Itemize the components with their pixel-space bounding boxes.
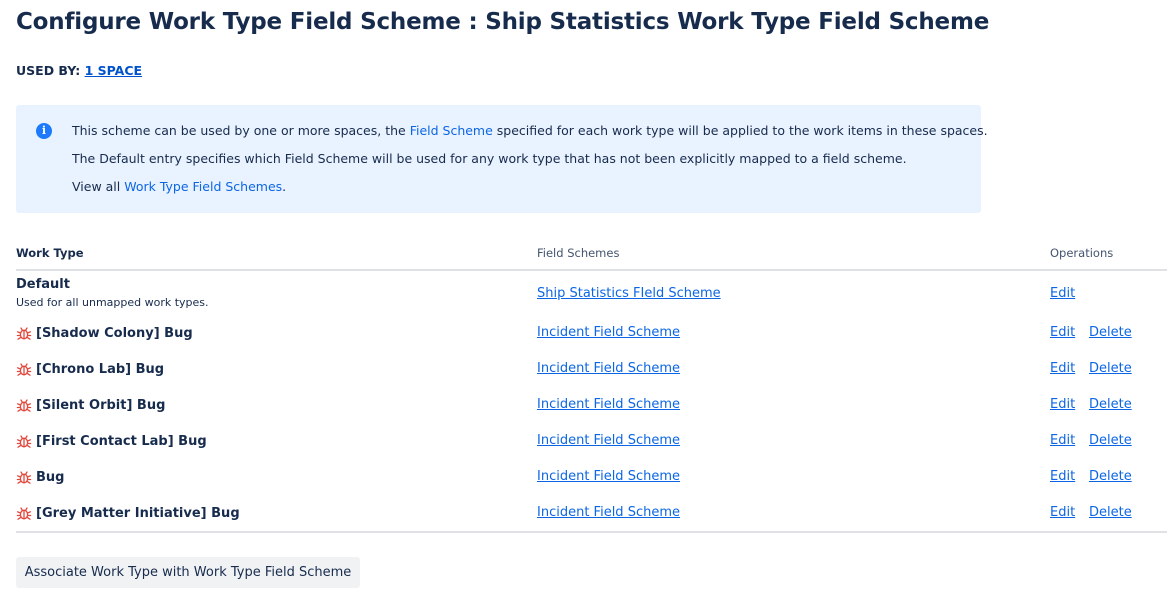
field-scheme-link[interactable]: Incident Field Scheme xyxy=(537,469,680,484)
info-text: View all xyxy=(72,179,125,194)
header-divider xyxy=(16,269,1167,271)
work-type: [Silent Orbit] Bug xyxy=(16,397,165,413)
table-row: [Shadow Colony] Bug Incident Field Schem… xyxy=(16,325,1167,361)
page-title: Configure Work Type Field Scheme : Ship … xyxy=(16,9,990,35)
work-type-name: [Silent Orbit] Bug xyxy=(36,397,166,413)
info-line-1: This scheme can be used by one or more s… xyxy=(72,123,988,138)
table-row: [Grey Matter Initiative] Bug Incident Fi… xyxy=(16,505,1167,541)
field-scheme-link[interactable]: Incident Field Scheme xyxy=(537,433,680,448)
info-icon: i xyxy=(36,123,52,139)
work-type: Bug xyxy=(16,469,64,485)
column-header-field-schemes: Field Schemes xyxy=(537,246,620,260)
work-type-name: [Shadow Colony] Bug xyxy=(36,325,193,341)
delete-link[interactable]: Delete xyxy=(1089,361,1132,376)
delete-link[interactable]: Delete xyxy=(1089,505,1132,520)
field-scheme-link[interactable]: Field Scheme xyxy=(410,123,493,138)
work-type-field-schemes-link[interactable]: Work Type Field Schemes xyxy=(124,179,282,194)
used-by-label: USED BY: xyxy=(16,63,81,78)
associate-work-type-button[interactable]: Associate Work Type with Work Type Field… xyxy=(16,557,360,588)
table-row: [Silent Orbit] Bug Incident Field Scheme… xyxy=(16,397,1167,433)
field-scheme-link[interactable]: Incident Field Scheme xyxy=(537,397,680,412)
table-row: [First Contact Lab] Bug Incident Field S… xyxy=(16,433,1167,469)
delete-link[interactable]: Delete xyxy=(1089,433,1132,448)
edit-link[interactable]: Edit xyxy=(1050,286,1075,301)
bug-icon xyxy=(16,433,32,449)
column-header-operations: Operations xyxy=(1050,246,1114,260)
work-type: [Shadow Colony] Bug xyxy=(16,325,193,341)
work-type-name: Bug xyxy=(36,469,65,485)
table-divider xyxy=(16,531,1167,533)
work-type-name: Default xyxy=(16,277,70,292)
edit-link[interactable]: Edit xyxy=(1050,325,1075,340)
work-type: [First Contact Lab] Bug xyxy=(16,433,207,449)
field-scheme-link[interactable]: Incident Field Scheme xyxy=(537,505,680,520)
bug-icon xyxy=(16,505,32,521)
used-by-spaces-link[interactable]: 1 SPACE xyxy=(85,63,142,78)
table-row: Bug Incident Field Scheme Edit Delete xyxy=(16,469,1167,505)
delete-link[interactable]: Delete xyxy=(1089,325,1132,340)
work-type-name: [Grey Matter Initiative] Bug xyxy=(36,505,240,521)
edit-link[interactable]: Edit xyxy=(1050,469,1075,484)
column-header-work-type: Work Type xyxy=(16,246,84,260)
bug-icon xyxy=(16,361,32,377)
edit-link[interactable]: Edit xyxy=(1050,397,1075,412)
used-by: USED BY: 1 SPACE xyxy=(16,63,142,78)
work-type-name: [First Contact Lab] Bug xyxy=(36,433,207,449)
work-type: [Grey Matter Initiative] Bug xyxy=(16,505,240,521)
field-scheme-link[interactable]: Ship Statistics FIeld Scheme xyxy=(537,286,721,301)
delete-link[interactable]: Delete xyxy=(1089,469,1132,484)
edit-link[interactable]: Edit xyxy=(1050,361,1075,376)
info-text: . xyxy=(282,179,287,194)
work-type-name: [Chrono Lab] Bug xyxy=(36,361,165,377)
table-row-default: Default Used for all unmapped work types… xyxy=(16,277,1167,313)
field-scheme-link[interactable]: Incident Field Scheme xyxy=(537,325,680,340)
info-line-2: The Default entry specifies which Field … xyxy=(72,151,907,166)
bug-icon xyxy=(16,397,32,413)
edit-link[interactable]: Edit xyxy=(1050,505,1075,520)
table-row: [Chrono Lab] Bug Incident Field Scheme E… xyxy=(16,361,1167,397)
edit-link[interactable]: Edit xyxy=(1050,433,1075,448)
info-line-3: View all Work Type Field Schemes. xyxy=(72,179,286,194)
work-type: [Chrono Lab] Bug xyxy=(16,361,164,377)
work-type-description: Used for all unmapped work types. xyxy=(16,296,209,309)
bug-icon xyxy=(16,469,32,485)
info-text: This scheme can be used by one or more s… xyxy=(72,123,410,138)
bug-icon xyxy=(16,325,32,341)
info-text: specified for each work type will be app… xyxy=(492,123,988,138)
field-scheme-link[interactable]: Incident Field Scheme xyxy=(537,361,680,376)
delete-link[interactable]: Delete xyxy=(1089,397,1132,412)
